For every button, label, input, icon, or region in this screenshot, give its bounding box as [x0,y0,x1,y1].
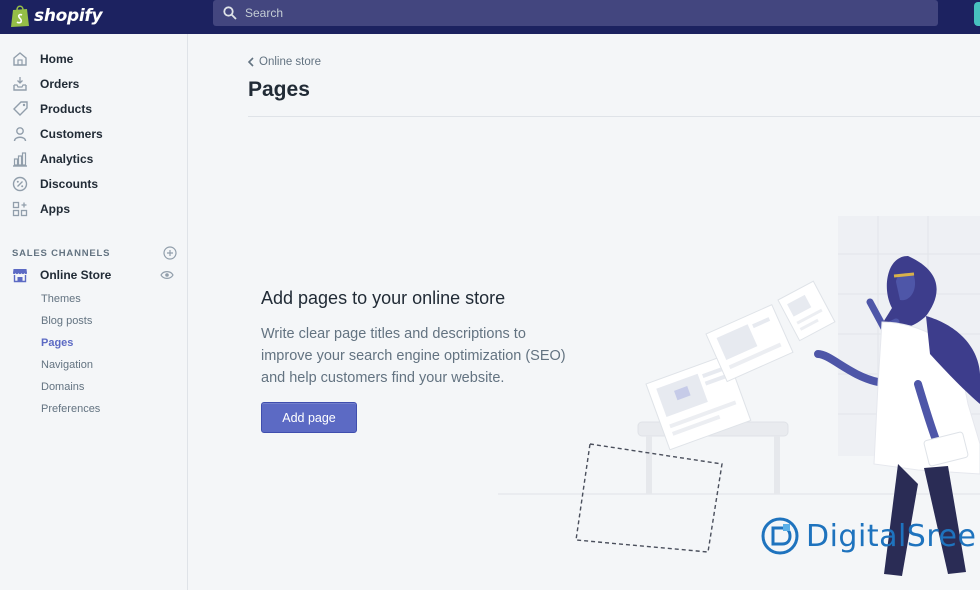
empty-state-description: Write clear page titles and descriptions… [261,326,566,386]
search-input[interactable] [245,6,845,20]
watermark-text: DigitalSree [806,518,977,554]
sidebar-subitem-pages[interactable]: Pages [41,334,73,352]
sidebar-item-label: Apps [40,202,70,216]
person-icon [13,127,27,142]
store-icon [13,269,27,283]
brand-name: shopify [34,6,103,26]
add-page-button[interactable]: Add page [261,402,357,433]
header-divider [248,116,980,117]
sales-channels-label: SALES CHANNELS [12,247,111,259]
sidebar-subitem-domains[interactable]: Domains [41,378,84,396]
orders-icon [13,77,27,91]
avatar[interactable] [974,2,980,26]
digitalsree-logo-icon [761,517,799,555]
sidebar-item-label: Products [40,102,93,116]
digitalsree-watermark: DigitalSree [760,516,976,556]
page-title: Pages [248,78,310,101]
apps-icon [12,201,28,217]
sidebar-item-label: Customers [40,127,103,141]
add-channel-icon[interactable] [163,246,177,260]
breadcrumb-label: Online store [259,56,322,68]
sidebar-subitem-navigation[interactable]: Navigation [41,356,93,374]
home-icon [13,52,27,66]
main-content: Online store Pages Add pages to your onl… [188,34,980,590]
bar-chart-icon [13,152,27,167]
search-bar[interactable] [213,0,938,26]
shopify-bag-icon [11,5,29,27]
sidebar: Home Orders Products Customers Analytics… [0,34,188,590]
sidebar-item-apps[interactable]: Apps [0,197,187,221]
sales-channels-header: SALES CHANNELS [12,246,177,260]
sidebar-item-label: Analytics [40,152,94,166]
sidebar-item-label: Orders [40,77,80,91]
sidebar-item-analytics[interactable]: Analytics [0,147,187,171]
sidebar-item-label: Home [40,52,74,66]
eye-icon[interactable] [160,270,174,280]
top-bar: shopify [0,0,980,34]
tag-icon [13,101,28,116]
empty-state-heading: Add pages to your online store [261,288,506,308]
sidebar-item-products[interactable]: Products [0,97,187,121]
breadcrumb[interactable]: Online store [247,56,321,68]
sidebar-item-label: Discounts [40,177,99,191]
search-icon [223,6,237,20]
sidebar-subitem-blog-posts[interactable]: Blog posts [41,312,92,330]
sidebar-item-label: Online Store [40,268,112,282]
sidebar-subitem-themes[interactable]: Themes [41,290,81,308]
sidebar-item-discounts[interactable]: Discounts [0,172,187,196]
chevron-left-icon [247,57,254,67]
sidebar-subitem-preferences[interactable]: Preferences [41,400,100,418]
sidebar-item-orders[interactable]: Orders [0,72,187,96]
sidebar-item-online-store[interactable]: Online Store [0,263,187,287]
sidebar-item-customers[interactable]: Customers [0,122,187,146]
shopify-logo[interactable]: shopify [10,2,103,30]
discount-icon [12,176,28,192]
sidebar-item-home[interactable]: Home [0,47,187,71]
